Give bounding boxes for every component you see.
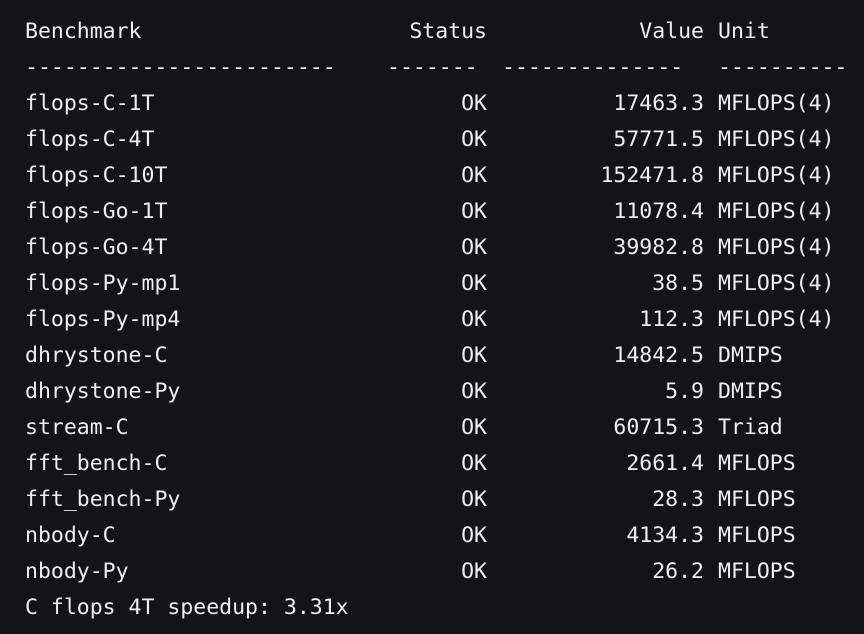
unit-text: MFLOPS [718, 523, 796, 548]
benchmark-name: nbody-Py [25, 559, 129, 584]
value-text: 2661.4 [626, 451, 704, 476]
status-text: OK [461, 235, 487, 260]
separator-value: -------------- [502, 55, 684, 80]
column-header-unit: Unit [718, 19, 770, 44]
header-separator: ------------------------ ------- -------… [25, 50, 847, 86]
status-text: OK [461, 487, 487, 512]
unit-text: MFLOPS(4) [718, 199, 835, 224]
benchmark-name: stream-C [25, 415, 129, 440]
unit-text: DMIPS [718, 343, 783, 368]
value-text: 17463.3 [613, 91, 704, 116]
benchmark-name: flops-Py-mp1 [25, 271, 181, 296]
value-text: 152471.8 [600, 163, 704, 188]
status-text: OK [461, 91, 487, 116]
value-text: 28.3 [652, 487, 704, 512]
unit-text: MFLOPS(4) [718, 163, 835, 188]
benchmark-name: flops-C-10T [25, 163, 168, 188]
unit-text: MFLOPS(4) [718, 235, 835, 260]
status-text: OK [461, 127, 487, 152]
unit-text: DMIPS [718, 379, 783, 404]
separator-status: ------- [387, 55, 478, 80]
unit-text: MFLOPS(4) [718, 271, 835, 296]
value-text: 39982.8 [613, 235, 704, 260]
value-text: 112.3 [639, 307, 704, 332]
unit-text: MFLOPS [718, 487, 796, 512]
unit-text: Triad [718, 415, 783, 440]
unit-text: MFLOPS [718, 559, 796, 584]
separator-unit: ---------- [718, 55, 848, 80]
status-text: OK [461, 451, 487, 476]
value-text: 11078.4 [613, 199, 704, 224]
column-header-value: Value [639, 19, 704, 44]
status-text: OK [461, 559, 487, 584]
status-text: OK [461, 523, 487, 548]
status-text: OK [461, 199, 487, 224]
status-text: OK [461, 271, 487, 296]
benchmark-name: nbody-C [25, 523, 116, 548]
benchmark-name: flops-C-1T [25, 91, 155, 116]
status-text: OK [461, 343, 487, 368]
value-text: 4134.3 [626, 523, 704, 548]
value-text: 5.9 [665, 379, 704, 404]
speedup-summary: C flops 4T speedup: 3.31x [25, 595, 349, 620]
status-text: OK [461, 163, 487, 188]
unit-text: MFLOPS [718, 451, 796, 476]
separator-benchmark: ------------------------ [25, 55, 336, 80]
table-header: Benchmark Status Value Unit [25, 14, 770, 50]
value-text: 14842.5 [613, 343, 704, 368]
benchmark-name: flops-Go-4T [25, 235, 168, 260]
value-text: 26.2 [652, 559, 704, 584]
unit-text: MFLOPS(4) [718, 307, 835, 332]
value-text: 60715.3 [613, 415, 704, 440]
benchmark-name: dhrystone-Py [25, 379, 181, 404]
unit-text: MFLOPS(4) [718, 127, 835, 152]
benchmark-name: flops-Go-1T [25, 199, 168, 224]
status-text: OK [461, 415, 487, 440]
status-text: OK [461, 307, 487, 332]
terminal-output: Benchmark Status Value Unit ------------… [0, 0, 864, 634]
benchmark-name: fft_bench-C [25, 451, 168, 476]
column-header-status: Status [409, 19, 487, 44]
value-text: 38.5 [652, 271, 704, 296]
benchmark-name: fft_bench-Py [25, 487, 181, 512]
status-text: OK [461, 379, 487, 404]
column-header-benchmark: Benchmark [25, 19, 142, 44]
value-text: 57771.5 [613, 127, 704, 152]
benchmark-name: dhrystone-C [25, 343, 168, 368]
unit-text: MFLOPS(4) [718, 91, 835, 116]
benchmark-name: flops-C-4T [25, 127, 155, 152]
benchmark-name: flops-Py-mp4 [25, 307, 181, 332]
